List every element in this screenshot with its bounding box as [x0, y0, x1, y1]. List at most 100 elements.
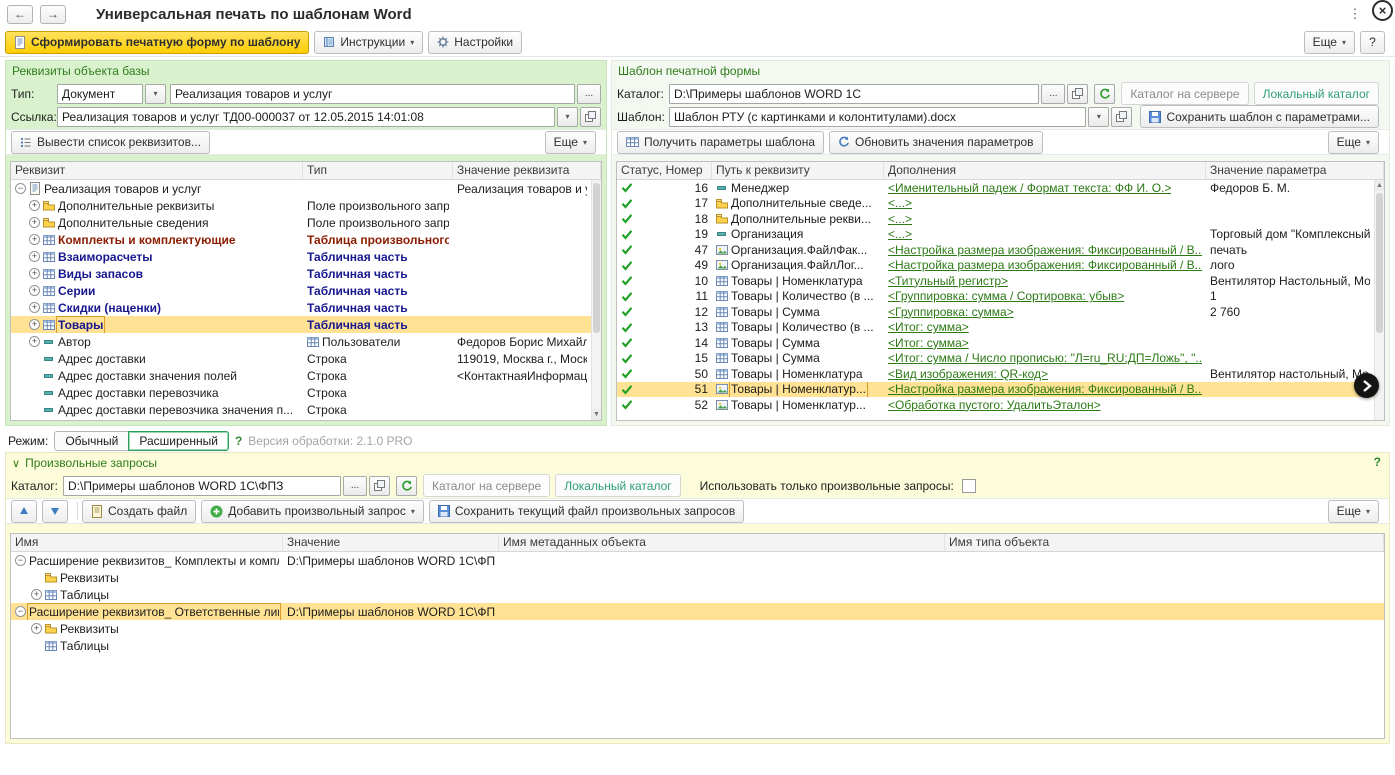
- scrollbar-thumb[interactable]: [593, 183, 600, 333]
- attrs-scrollbar[interactable]: ▼: [591, 180, 601, 420]
- scroll-down-icon[interactable]: ▼: [592, 409, 601, 420]
- template-param-row[interactable]: 17Дополнительные сведе...<...>: [617, 196, 1374, 212]
- column-header-name[interactable]: Имя: [11, 534, 283, 551]
- save-queries-file-button[interactable]: Сохранить текущий файл произвольных запр…: [429, 500, 744, 523]
- attr-tree-row[interactable]: −Реализация товаров и услугРеализация то…: [11, 180, 591, 197]
- settings-button[interactable]: Настройки: [428, 31, 522, 54]
- attr-tree-row[interactable]: Адрес доставкиСтрока119019, Москва г., М…: [11, 350, 591, 367]
- queries-catalog-open-button[interactable]: [369, 476, 390, 496]
- local-catalog-button[interactable]: Локальный каталог: [1254, 82, 1379, 105]
- attr-tree-row[interactable]: +Банковский счет грузоотправителяБанковс…: [11, 418, 591, 420]
- expand-icon[interactable]: +: [29, 285, 40, 296]
- attr-tree-row[interactable]: +Скидки (наценки)Табличная часть: [11, 299, 591, 316]
- catalog-choose-button[interactable]: ...: [1041, 84, 1065, 104]
- window-menu-icon[interactable]: ⋮: [1347, 6, 1363, 22]
- help-button[interactable]: ?: [1360, 31, 1385, 54]
- server-catalog-button[interactable]: Каталог на сервере: [1121, 82, 1248, 105]
- column-header-type[interactable]: Тип: [303, 162, 453, 179]
- query-tree-row[interactable]: Таблицы: [11, 637, 1384, 654]
- link-dropdown-button[interactable]: ▾: [557, 107, 578, 127]
- column-header-attr[interactable]: Реквизит: [11, 162, 303, 179]
- show-attrs-list-button[interactable]: Вывести список реквизитов...: [11, 131, 210, 154]
- use-only-queries-checkbox[interactable]: [962, 479, 976, 493]
- query-tree-row[interactable]: −Расширение реквизитов_ Ответственные ли…: [11, 603, 1384, 620]
- next-overlay-button[interactable]: [1354, 373, 1379, 398]
- expand-icon[interactable]: +: [29, 302, 40, 313]
- expand-icon[interactable]: +: [31, 623, 42, 634]
- expand-icon[interactable]: +: [29, 319, 40, 330]
- param-additions-link[interactable]: <Титульный регистр>: [888, 274, 1008, 288]
- param-additions-link[interactable]: <...>: [888, 196, 912, 210]
- column-header-status[interactable]: Статус, Номер: [617, 162, 712, 179]
- collapse-icon[interactable]: −: [15, 183, 26, 194]
- mode-help-link[interactable]: ?: [235, 434, 242, 448]
- save-template-button[interactable]: Сохранить шаблон с параметрами...: [1140, 105, 1379, 128]
- back-button[interactable]: ←: [7, 5, 33, 24]
- mode-extended-button[interactable]: Расширенный: [128, 431, 229, 451]
- template-param-row[interactable]: 16Менеджер<Именительный падеж / Формат т…: [617, 180, 1374, 196]
- template-open-button[interactable]: [1111, 107, 1132, 127]
- template-param-row[interactable]: 14Товары | Сумма<Итог: сумма>: [617, 335, 1374, 351]
- param-additions-link[interactable]: <Обработка пустого: УдалитьЭталон>: [888, 398, 1101, 412]
- collapse-icon[interactable]: −: [15, 606, 26, 617]
- template-param-row[interactable]: 47Организация.ФайлФак...<Настройка разме…: [617, 242, 1374, 258]
- param-additions-link[interactable]: <Настройка размера изображения: Фиксиров…: [888, 382, 1202, 396]
- expand-icon[interactable]: +: [29, 251, 40, 262]
- create-file-button[interactable]: Создать файл: [82, 500, 196, 523]
- scroll-up-icon[interactable]: ▲: [1375, 180, 1384, 191]
- catalog-refresh-button[interactable]: [1094, 84, 1115, 104]
- attr-tree-row[interactable]: Адрес доставки перевозчика значения п...…: [11, 401, 591, 418]
- column-header-additions[interactable]: Дополнения: [884, 162, 1206, 179]
- queries-panel-title[interactable]: Произвольные запросы: [25, 456, 157, 470]
- type-dropdown-button[interactable]: ▾: [145, 84, 166, 104]
- template-param-row[interactable]: 15Товары | Сумма<Итог: сумма / Число про…: [617, 351, 1374, 367]
- column-header-metadata-name[interactable]: Имя метаданных объекта: [499, 534, 945, 551]
- scrollbar-thumb[interactable]: [1376, 193, 1383, 333]
- param-additions-link[interactable]: <Настройка размера изображения: Фиксиров…: [888, 243, 1202, 257]
- template-param-row[interactable]: 51Товары | Номенклатур...<Настройка разм…: [617, 382, 1374, 398]
- attr-tree-row[interactable]: +ТоварыТабличная часть: [11, 316, 591, 333]
- template-param-row[interactable]: 52Товары | Номенклатур...<Обработка пуст…: [617, 397, 1374, 413]
- attr-tree-row[interactable]: +ВзаиморасчетыТабличная часть: [11, 248, 591, 265]
- attr-tree-row[interactable]: Адрес доставки перевозчикаСтрока: [11, 384, 591, 401]
- expand-icon[interactable]: +: [29, 200, 40, 211]
- query-tree-row[interactable]: +Реквизиты: [11, 620, 1384, 637]
- column-header-path[interactable]: Путь к реквизиту: [712, 162, 884, 179]
- column-header-object-type[interactable]: Имя типа объекта: [945, 534, 1384, 551]
- column-header-param-value[interactable]: Значение параметра: [1206, 162, 1384, 179]
- template-param-row[interactable]: 11Товары | Количество (в ...<Группировка…: [617, 289, 1374, 305]
- column-header-value[interactable]: Значение реквизита: [453, 162, 601, 179]
- queries-more-button[interactable]: Еще▾: [1328, 500, 1379, 523]
- param-additions-link[interactable]: <Итог: сумма>: [888, 336, 969, 350]
- queries-help-link[interactable]: ?: [1374, 455, 1381, 469]
- object-link-input[interactable]: [57, 107, 555, 127]
- get-template-params-button[interactable]: Получить параметры шаблона: [617, 131, 824, 154]
- mode-normal-button[interactable]: Обычный: [54, 431, 129, 451]
- param-additions-link[interactable]: <Настройка размера изображения: Фиксиров…: [888, 258, 1202, 272]
- template-more-button[interactable]: Еще▾: [1328, 131, 1379, 154]
- param-additions-link[interactable]: <Итог: сумма>: [888, 320, 969, 334]
- attr-tree-row[interactable]: +АвторПользователиФедоров Борис Михайлов…: [11, 333, 591, 350]
- catalog-path-input[interactable]: [669, 84, 1039, 104]
- catalog-open-button[interactable]: [1067, 84, 1088, 104]
- attr-tree-row[interactable]: +СерииТабличная часть: [11, 282, 591, 299]
- object-choose-button[interactable]: ...: [577, 84, 601, 104]
- template-param-row[interactable]: 10Товары | Номенклатура<Титульный регист…: [617, 273, 1374, 289]
- form-more-button[interactable]: Еще▾: [1304, 31, 1355, 54]
- queries-server-catalog-button[interactable]: Каталог на сервере: [423, 474, 550, 497]
- param-additions-link[interactable]: <Итог: сумма / Число прописью: "Л=ru_RU;…: [888, 351, 1202, 365]
- param-additions-link[interactable]: <Именительный падеж / Формат текста: ФФ …: [888, 181, 1171, 195]
- param-additions-link[interactable]: <Группировка: сумма>: [888, 305, 1014, 319]
- expand-icon[interactable]: +: [29, 234, 40, 245]
- template-param-row[interactable]: 19Организация<...>Торговый дом "Комплекс…: [617, 227, 1374, 243]
- queries-catalog-refresh-button[interactable]: [396, 476, 417, 496]
- param-additions-link[interactable]: <Группировка: сумма / Сортировка: убыв>: [888, 289, 1124, 303]
- template-param-row[interactable]: 50Товары | Номенклатура<Вид изображения:…: [617, 366, 1374, 382]
- expand-icon[interactable]: +: [31, 589, 42, 600]
- queries-catalog-input[interactable]: [63, 476, 341, 496]
- expand-icon[interactable]: +: [29, 268, 40, 279]
- template-param-row[interactable]: 13Товары | Количество (в ...<Итог: сумма…: [617, 320, 1374, 336]
- template-param-row[interactable]: 12Товары | Сумма<Группировка: сумма>2 76…: [617, 304, 1374, 320]
- close-icon[interactable]: ×: [1372, 0, 1393, 21]
- query-tree-row[interactable]: +Таблицы: [11, 586, 1384, 603]
